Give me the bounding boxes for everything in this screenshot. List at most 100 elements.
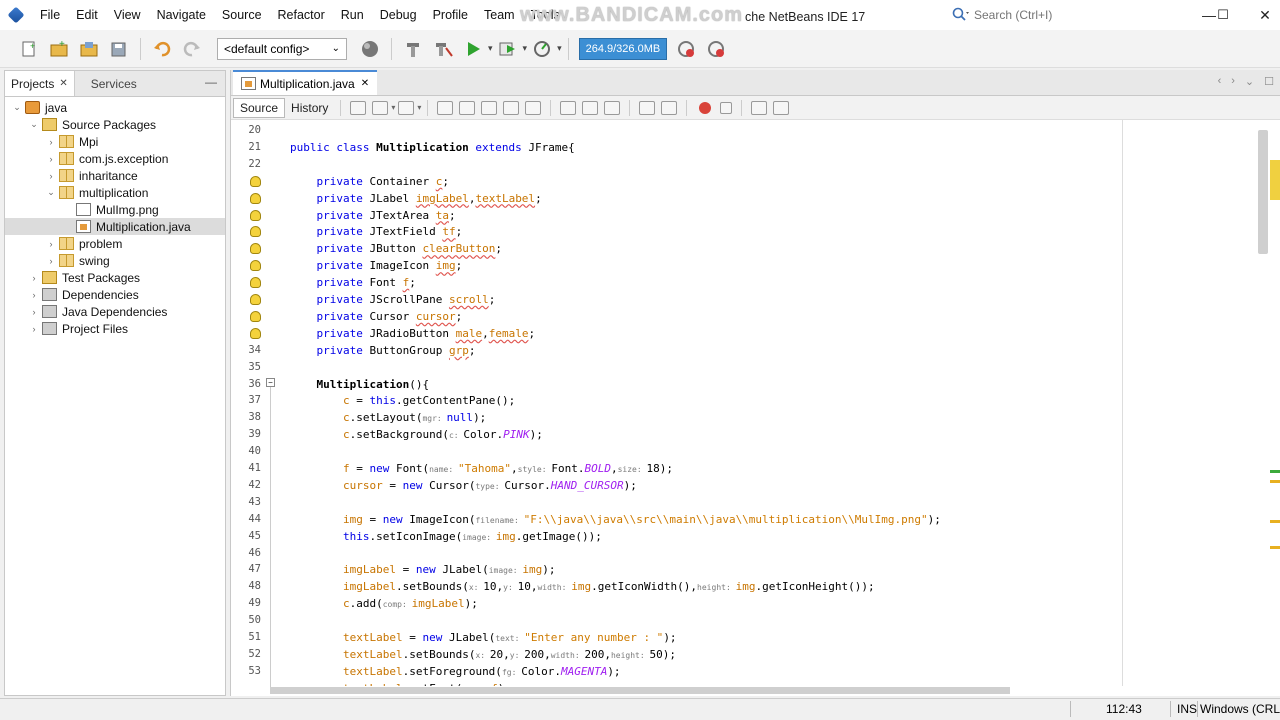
chevron-down-icon[interactable]: ▾ [523, 43, 528, 54]
code-line[interactable]: c.add(comp: imgLabel); [290, 595, 478, 612]
config-select[interactable]: <default config> ⌄ [217, 37, 347, 60]
warning-marker[interactable] [1270, 480, 1280, 483]
expanded-arrow-icon[interactable]: ⌄ [28, 119, 40, 130]
tree-item[interactable]: › problem [5, 235, 225, 252]
hint-bulb-icon[interactable] [250, 260, 261, 272]
chevron-down-icon[interactable]: ▾ [557, 43, 562, 54]
tree-item[interactable]: MulImg.png [5, 201, 225, 218]
menu-edit[interactable]: Edit [68, 0, 106, 30]
toggle-rectangular-selection-icon[interactable] [525, 100, 542, 115]
warning-marker[interactable] [1270, 520, 1280, 523]
stop-macro-icon[interactable] [720, 101, 733, 114]
code-line[interactable]: f = new Font(name: "Tahoma",style: Font.… [290, 460, 673, 477]
collapsed-arrow-icon[interactable]: › [28, 307, 40, 317]
menu-file[interactable]: File [32, 0, 68, 30]
tree-item[interactable]: › swing [5, 252, 225, 269]
menu-team[interactable]: Team [476, 0, 523, 30]
back-icon[interactable] [372, 100, 389, 115]
code-line[interactable]: c = this.getContentPane(); [290, 392, 515, 409]
start-macro-icon[interactable] [699, 101, 712, 114]
code-line[interactable]: private JButton clearButton; [290, 240, 502, 257]
hint-bulb-icon[interactable] [250, 175, 261, 187]
chevron-down-icon[interactable]: ⌄ [1245, 75, 1254, 88]
code-line[interactable]: imgLabel = new JLabel(image: img); [290, 561, 556, 578]
hint-bulb-icon[interactable] [250, 209, 261, 221]
gc-icon[interactable] [675, 38, 697, 60]
horizontal-scrollbar[interactable] [270, 687, 1010, 694]
hint-bulb-icon[interactable] [250, 294, 261, 305]
menu-source[interactable]: Source [214, 0, 270, 30]
run-icon[interactable] [462, 38, 484, 60]
code-line[interactable]: Multiplication(){ [290, 376, 430, 393]
memory-usage-indicator[interactable]: 264.9/326.0MB [578, 37, 668, 60]
maximize-editor-icon[interactable]: ☐ [1264, 75, 1274, 88]
code-line[interactable]: img = new ImageIcon(filename: "F:\\java\… [290, 511, 941, 528]
globe-icon[interactable] [359, 38, 381, 60]
menu-refactor[interactable]: Refactor [270, 0, 333, 30]
code-line[interactable]: textLabel = new JLabel(text: "Enter any … [290, 629, 677, 646]
source-view-button[interactable]: Source [233, 97, 286, 118]
menu-run[interactable]: Run [333, 0, 372, 30]
tree-item[interactable]: › Test Packages [5, 269, 225, 286]
collapsed-arrow-icon[interactable]: › [28, 273, 40, 283]
hint-bulb-icon[interactable] [250, 310, 261, 322]
insert-mode[interactable]: INS [1177, 702, 1197, 716]
chevron-right-icon[interactable]: › [1231, 75, 1235, 88]
find-previous-icon[interactable] [459, 100, 476, 115]
code-line[interactable]: this.setIconImage(image: img.getImage())… [290, 528, 602, 545]
hint-bulb-icon[interactable] [250, 243, 261, 255]
code-line[interactable]: c.setLayout(mgr: null); [290, 409, 486, 426]
code-line[interactable]: private Font f; [290, 274, 416, 291]
code-line[interactable]: private Container c; [290, 173, 449, 190]
last-edit-icon[interactable] [350, 100, 367, 115]
code-line[interactable]: private Cursor cursor; [290, 308, 463, 325]
tree-item[interactable]: › Project Files [5, 320, 225, 337]
expanded-arrow-icon[interactable]: ⌄ [45, 187, 57, 198]
toggle-highlight-icon[interactable] [503, 100, 520, 115]
collapsed-arrow-icon[interactable]: › [45, 239, 57, 249]
uncomment-icon[interactable] [773, 100, 790, 115]
code-line[interactable]: cursor = new Cursor(type: Cursor.HAND_CU… [290, 477, 637, 494]
menu-navigate[interactable]: Navigate [149, 0, 214, 30]
hint-bulb-icon[interactable] [250, 226, 261, 238]
close-button[interactable]: ✕ [1242, 0, 1280, 30]
tree-item[interactable]: Multiplication.java [5, 218, 225, 235]
tab-services[interactable]: Services [75, 71, 143, 96]
profiler-snapshot-icon[interactable] [705, 38, 727, 60]
hint-bulb-icon[interactable] [250, 277, 261, 289]
chevron-down-icon[interactable]: ▾ [417, 103, 421, 112]
vertical-scrollbar[interactable] [1258, 130, 1268, 254]
find-icon[interactable] [437, 100, 454, 115]
warning-stripe-marker[interactable] [1270, 160, 1280, 200]
new-file-icon[interactable]: + [18, 38, 40, 60]
new-project-icon[interactable]: + [48, 38, 70, 60]
forward-icon[interactable] [398, 100, 415, 115]
collapsed-arrow-icon[interactable]: › [45, 256, 57, 266]
menu-view[interactable]: View [106, 0, 149, 30]
tree-item[interactable]: ⌄ multiplication [5, 184, 225, 201]
maximize-button[interactable]: ☐ [1200, 0, 1246, 30]
code-line[interactable]: textLabel.setForeground(fg: Color.MAGENT… [290, 663, 621, 680]
code-line[interactable]: private JTextArea ta; [290, 207, 456, 224]
code-line[interactable]: private JTextField tf; [290, 223, 463, 240]
tab-multiplication-java[interactable]: Multiplication.java ✕ [233, 70, 378, 95]
next-bookmark-icon[interactable] [582, 100, 599, 115]
tree-item[interactable]: › Java Dependencies [5, 303, 225, 320]
shift-left-icon[interactable] [639, 100, 656, 115]
build-hammer-icon[interactable] [402, 38, 424, 60]
code-line[interactable]: private JLabel imgLabel,textLabel; [290, 190, 542, 207]
chevron-down-icon[interactable]: ▾ [391, 103, 395, 112]
code-line[interactable]: c.setBackground(c: Color.PINK); [290, 426, 543, 443]
clean-build-icon[interactable] [432, 38, 454, 60]
hint-bulb-icon[interactable] [250, 327, 261, 339]
undo-icon[interactable] [151, 38, 173, 60]
search-input[interactable] [970, 5, 1150, 25]
code-line[interactable]: private JRadioButton male,female; [290, 325, 536, 342]
save-all-icon[interactable] [108, 38, 130, 60]
collapsed-arrow-icon[interactable]: › [28, 290, 40, 300]
tree-item[interactable]: › Dependencies [5, 286, 225, 303]
open-project-icon[interactable] [78, 38, 100, 60]
line-endings[interactable]: Windows (CRLF) [1200, 702, 1280, 716]
code-line[interactable]: textLabel.setBounds(x: 20,y: 200,width: … [290, 646, 676, 663]
tree-item[interactable]: › inharitance [5, 167, 225, 184]
